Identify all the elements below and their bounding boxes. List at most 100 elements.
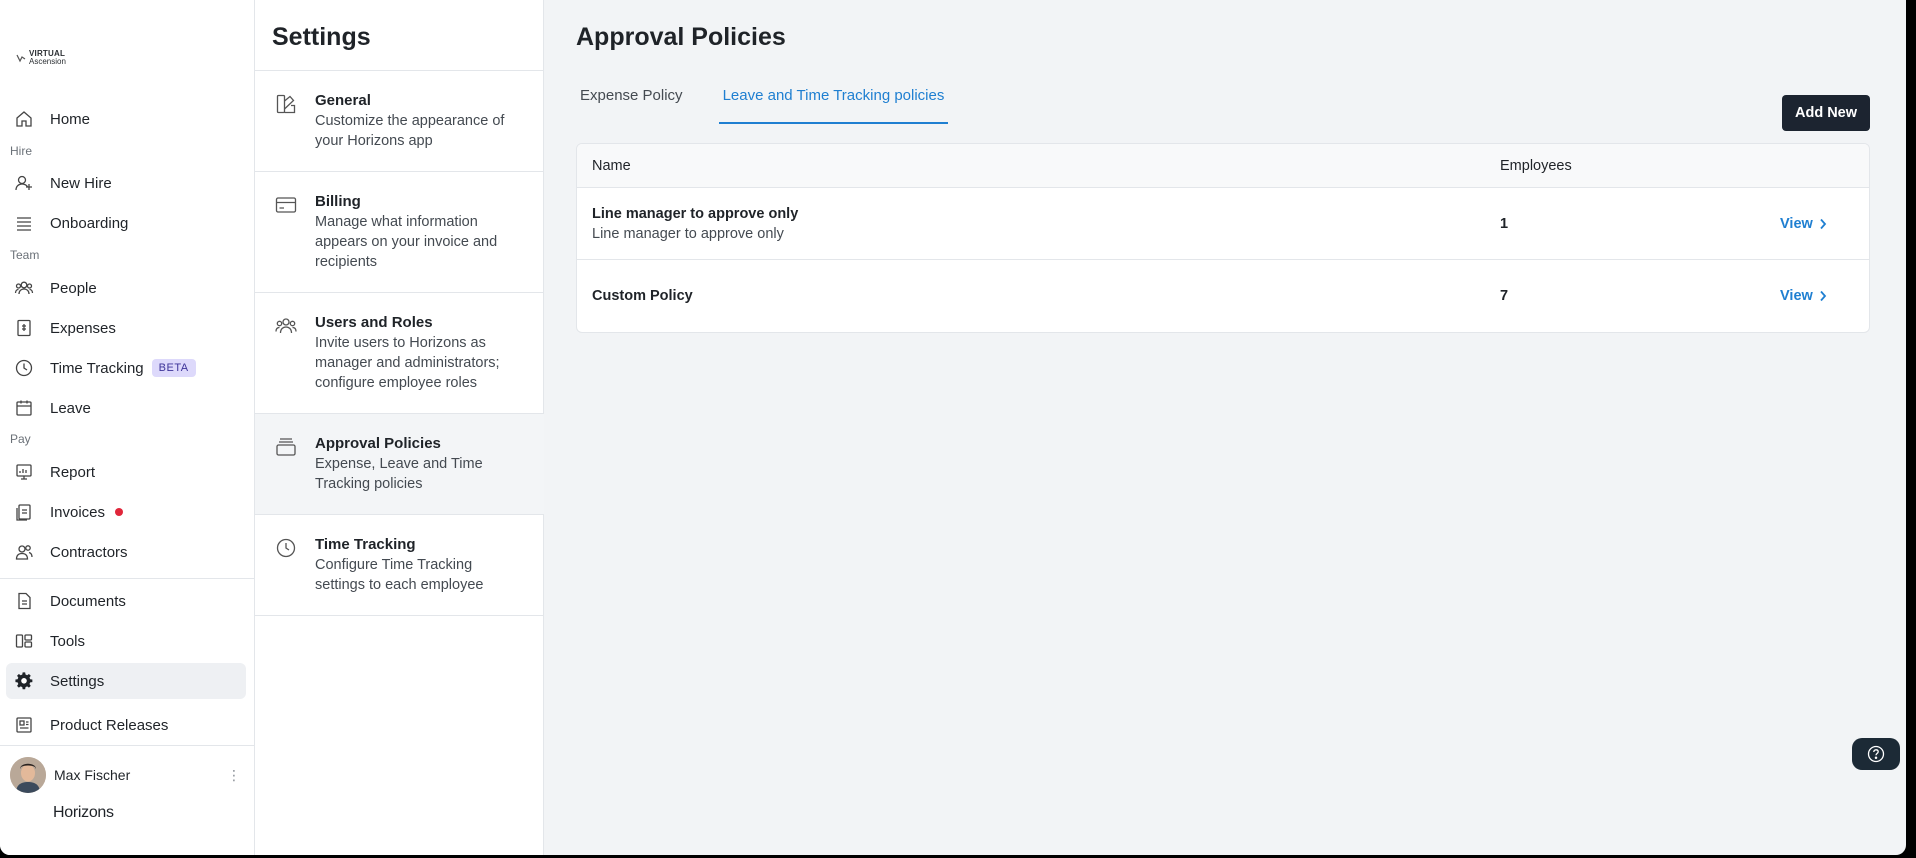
gear-icon [14,671,34,691]
clock-icon [276,538,296,558]
employee-count: 7 [1500,288,1509,304]
inbox-icon [276,438,296,456]
settings-item-general[interactable]: General Customize the appearance of your… [255,71,544,172]
nav-section-pay: Pay [10,432,31,446]
policies-table: Name Employees Line manager to approve o… [576,143,1870,333]
help-button[interactable] [1852,738,1900,770]
sidebar-item-label: Time Tracking [50,359,144,377]
sidebar-item-new-hire[interactable]: New Hire [6,165,246,201]
brand-line-2: Ascension [29,57,66,66]
table-row: Line manager to approve only Line manage… [577,188,1869,260]
sidebar-item-product-releases[interactable]: Product Releases [6,707,246,743]
add-user-icon [14,173,34,193]
tab-expense-policy[interactable]: Expense Policy [576,80,687,124]
help-icon [1867,745,1885,763]
sidebar-item-expenses[interactable]: Expenses [6,310,246,346]
policy-description: Line manager to approve only [592,225,784,242]
column-header-employees: Employees [1500,157,1572,174]
sidebar-item-label: Report [50,463,96,481]
sidebar-item-time-tracking[interactable]: Time Tracking BETA [6,350,246,386]
view-link[interactable]: View [1780,288,1827,304]
table-header: Name Employees [577,144,1869,188]
column-header-name: Name [592,157,631,174]
receipt-icon [14,318,34,338]
policy-name: Line manager to approve only [592,205,799,222]
avatar [10,757,46,793]
tab-leave-time-tracking[interactable]: Leave and Time Tracking policies [718,80,949,124]
policy-tabs: Expense Policy Leave and Time Tracking p… [576,80,980,124]
user-name: Max Fischer [54,767,131,783]
settings-item-billing[interactable]: Billing Manage what information appears … [255,172,544,293]
settings-item-desc: Configure Time Tracking settings to each… [315,557,484,593]
sidebar-item-contractors[interactable]: Contractors [6,534,246,570]
sidebar-item-label: Documents [50,592,126,610]
settings-item-desc: Customize the appearance of your Horizon… [315,113,505,149]
nav-section-hire: Hire [10,144,33,158]
sidebar-item-leave[interactable]: Leave [6,390,246,426]
layers-icon [14,213,34,233]
sidebar-item-report[interactable]: Report [6,454,246,490]
contractors-icon [14,542,34,562]
main-content: Approval Policies Expense Policy Leave a… [544,0,1906,855]
brand-logo: VIRTUAL Ascension [16,50,66,66]
nav-divider [0,745,255,746]
tools-icon [14,631,34,651]
user-profile[interactable]: Max Fischer ⋮ [10,757,245,793]
sidebar-item-label: Contractors [50,543,128,561]
sidebar-item-people[interactable]: People [6,270,246,306]
credit-card-icon [275,197,297,213]
sidebar-nav: VIRTUAL Ascension Home Hire New Hire Onb… [0,0,255,855]
settings-item-title: Billing [315,193,361,210]
settings-item-users-roles[interactable]: Users and Roles Invite users to Horizons… [255,293,544,414]
chevron-right-icon [1820,290,1826,302]
people-icon [275,318,297,334]
sidebar-item-invoices[interactable]: Invoices [6,494,246,530]
policy-name: Custom Policy [592,288,693,304]
add-new-button[interactable]: Add New [1782,95,1870,131]
app-window: VIRTUAL Ascension Home Hire New Hire Onb… [0,0,1906,855]
report-icon [14,462,34,482]
sidebar-item-home[interactable]: Home [6,101,246,137]
notification-dot [115,508,124,516]
settings-panel: Settings General Customize the appearanc… [255,0,544,855]
calendar-icon [14,398,34,418]
sidebar-item-documents[interactable]: Documents [6,583,246,619]
home-icon [14,109,34,129]
user-menu-button[interactable]: ⋮ [223,767,245,784]
invoice-icon [14,502,34,522]
settings-item-desc: Expense, Leave and Time Tracking policie… [315,456,483,492]
settings-item-title: Users and Roles [315,314,433,331]
settings-item-approval-policies[interactable]: Approval Policies Expense, Leave and Tim… [255,414,544,515]
sidebar-item-settings[interactable]: Settings [6,663,246,699]
nav-section-team: Team [10,248,40,262]
sidebar-item-label: Onboarding [50,214,129,232]
sidebar-item-tools[interactable]: Tools [6,623,246,659]
sidebar-item-label: New Hire [50,174,112,192]
horizons-logo: Horizons [53,804,114,821]
employee-count: 1 [1500,215,1509,232]
sidebar-item-label: Invoices [50,503,106,521]
chevron-right-icon [1820,218,1826,229]
news-icon [14,715,34,735]
sidebar-item-label: Home [50,110,91,128]
sidebar-item-label: Tools [50,632,86,650]
view-link-label: View [1780,215,1813,232]
settings-item-desc: Invite users to Horizons as manager and … [315,335,500,391]
people-icon [14,278,34,298]
view-link[interactable]: View [1780,216,1827,232]
sidebar-item-label: People [50,279,97,297]
sidebar-item-label: Settings [50,672,105,690]
settings-item-title: General [315,92,371,109]
settings-list: General Customize the appearance of your… [255,70,544,616]
clock-icon [14,358,34,378]
sidebar-item-onboarding[interactable]: Onboarding [6,205,246,241]
page-title: Approval Policies [576,23,786,51]
sidebar-item-label: Expenses [50,319,116,337]
nav-divider [0,578,255,579]
table-row: Custom Policy 7 View [577,260,1869,332]
settings-item-title: Time Tracking [315,536,416,553]
settings-item-time-tracking[interactable]: Time Tracking Configure Time Tracking se… [255,515,544,616]
brand-mark-icon [16,54,26,63]
beta-badge: BETA [151,359,196,377]
settings-item-title: Approval Policies [315,435,441,452]
